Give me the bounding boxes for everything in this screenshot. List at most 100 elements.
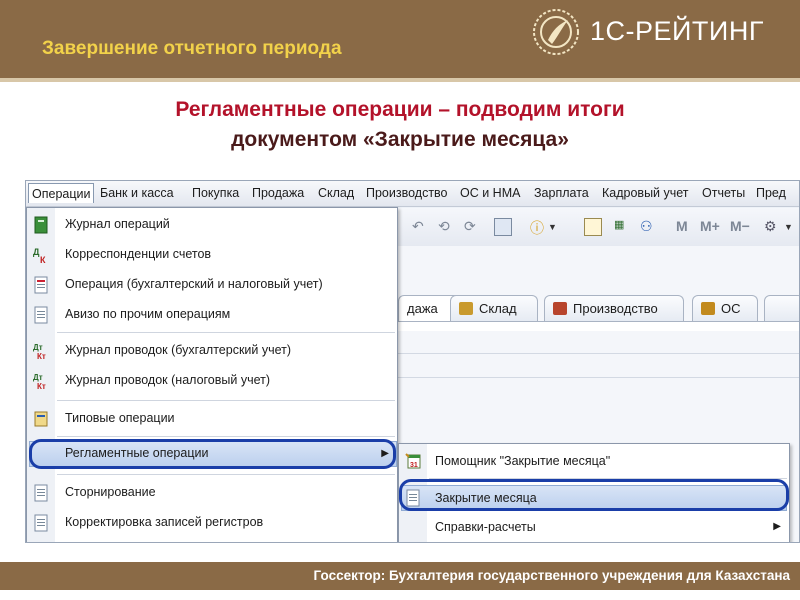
slide-header: Завершение отчетного периода 1С-РЕЙТИНГ: [0, 0, 800, 78]
calendar-icon[interactable]: ▦: [614, 218, 624, 231]
slide-footer: Госсектор: Бухгалтерия государственного …: [0, 562, 800, 590]
menu-item-label: Журнал проводок (бухгалтерский учет): [65, 343, 292, 357]
tab-more[interactable]: [764, 295, 799, 321]
svg-text:К: К: [40, 255, 46, 264]
menu-item-entries-journal-tax[interactable]: Дт Кт Журнал проводок (налоговый учет): [27, 366, 397, 396]
truck-icon: [701, 302, 715, 315]
menu-item-label: Помощник "Закрытие месяца": [435, 454, 611, 468]
menu-operations[interactable]: Операции: [28, 183, 95, 203]
factory-icon: [553, 302, 567, 315]
windows-icon[interactable]: [494, 218, 512, 236]
svg-text:Дт: Дт: [33, 343, 43, 352]
menu-separator: [57, 436, 395, 437]
menu-sales[interactable]: Продажа: [252, 186, 304, 200]
footer-text: Госсектор: Бухгалтерия государственного …: [313, 568, 790, 583]
menu-warehouse[interactable]: Склад: [318, 186, 354, 200]
menu-item-typical-operations[interactable]: Типовые операции: [27, 404, 397, 434]
menu-item-account-correspondence[interactable]: ДК Корреспонденции счетов: [27, 240, 397, 270]
menu-item-month-close-wizard[interactable]: 31 Помощник "Закрытие месяца": [399, 446, 789, 476]
menu-item-reference-calculations[interactable]: Справки-расчеты ▶: [399, 512, 789, 542]
tab-production-label: Производство: [573, 301, 658, 316]
menu-salary[interactable]: Зарплата: [534, 186, 589, 200]
typical-operations-icon: [34, 411, 48, 427]
tab-warehouse[interactable]: Склад: [450, 295, 538, 321]
svg-text:Кт: Кт: [37, 382, 46, 390]
brand-logo-icon: [533, 9, 579, 55]
settings-icon[interactable]: ⚙: [764, 218, 777, 235]
menu-item-label: Справки-расчеты: [435, 520, 536, 534]
calculator-icon[interactable]: [584, 218, 602, 236]
app-screenshot: Операции Банк и касса Покупка Продажа Ск…: [25, 180, 800, 543]
menu-item-label: Операция (бухгалтерский и налоговый учет…: [65, 277, 323, 291]
svg-text:Кт: Кт: [37, 352, 46, 360]
menu-item-label: Сторнирование: [65, 485, 156, 499]
slide-title-line-2: документом «Закрытие месяца»: [231, 128, 569, 151]
slide-title: Регламентные операции – подводим итоги д…: [0, 95, 800, 155]
tab-fixed-assets[interactable]: ОС: [692, 295, 758, 321]
brand-name: 1С-РЕЙТИНГ: [590, 16, 764, 46]
dt-kt-tax-icon: ДтКт: [33, 373, 46, 390]
menu-production[interactable]: Производство: [366, 186, 448, 200]
journal-icon: [34, 216, 48, 234]
document-icon: [34, 306, 48, 324]
grid-line: [398, 353, 799, 354]
document-icon: [34, 514, 48, 532]
menu-item-label: Журнал проводок (налоговый учет): [65, 373, 271, 387]
menu-hr[interactable]: Кадровый учет: [602, 186, 689, 200]
operation-icon: [34, 276, 48, 294]
tab-warehouse-label: Склад: [479, 301, 517, 316]
menu-item-label: Корреспонденции счетов: [65, 247, 212, 261]
menu-item-reversal[interactable]: Сторнирование: [27, 478, 397, 508]
footer-margin: [0, 590, 800, 600]
tab-production[interactable]: Производство: [544, 295, 684, 321]
tab-sales-label: дажа: [407, 301, 438, 316]
menu-item-label: Журнал операций: [65, 217, 170, 231]
menu-item-operation[interactable]: Операция (бухгалтерский и налоговый учет…: [27, 270, 397, 300]
dt-kt-icon: ДтКт: [33, 343, 46, 360]
menu-more[interactable]: Пред: [756, 186, 786, 200]
submenu-arrow-icon: ▶: [773, 521, 781, 532]
menu-item-entries-journal-accounting[interactable]: Дт Кт Журнал проводок (бухгалтерский учет…: [27, 336, 397, 366]
menu-item-operations-journal[interactable]: Журнал операций: [27, 210, 397, 240]
refresh-icon[interactable]: ⟲: [438, 218, 450, 235]
menu-item-label: Типовые операции: [65, 411, 175, 425]
info-dropdown-icon[interactable]: ▼: [548, 222, 557, 232]
menu-item-label: Корректировка записей регистров: [65, 515, 264, 529]
tab-content-strip: [398, 321, 799, 331]
svg-text:Дт: Дт: [33, 373, 43, 382]
tab-fixed-assets-label: ОС: [721, 301, 741, 316]
brand: 1С-РЕЙТИНГ: [530, 6, 795, 58]
accounts-correspondence-icon: ДК: [33, 247, 46, 264]
grid-line: [398, 377, 799, 378]
menu-fixed-assets[interactable]: ОС и НМА: [460, 186, 520, 200]
settings-dropdown-icon[interactable]: ▼: [784, 222, 793, 232]
menu-separator: [57, 400, 395, 401]
calendar-wizard-icon: 31: [405, 453, 421, 469]
highlight-month-close: [399, 479, 789, 511]
users-icon[interactable]: ⚇: [640, 218, 653, 235]
toolbar: ↶ ⟲ ⟳ ⓘ ▼ ▦ ⚇ М М+ М− ⚙ ▼: [398, 208, 799, 246]
svg-text:Д: Д: [33, 247, 40, 257]
menu-bank-cash[interactable]: Банк и касса: [100, 186, 174, 200]
menu-item-register-correction[interactable]: Корректировка записей регистров: [27, 508, 397, 538]
menu-item-label: Авизо по прочим операциям: [65, 307, 231, 321]
menu-bar: Операции Банк и касса Покупка Продажа Ск…: [26, 181, 799, 207]
document-icon: [34, 484, 48, 502]
menu-purchase[interactable]: Покупка: [192, 186, 239, 200]
svg-text:31: 31: [410, 462, 418, 469]
back-icon[interactable]: ⟳: [464, 218, 476, 235]
menu-reports[interactable]: Отчеты: [702, 186, 745, 200]
memory-minus-button[interactable]: М−: [730, 218, 750, 234]
info-icon[interactable]: ⓘ: [530, 218, 544, 238]
menu-separator: [57, 474, 395, 475]
section-title: Завершение отчетного периода: [42, 38, 342, 59]
memory-m-button[interactable]: М: [676, 218, 688, 234]
undo-icon[interactable]: ↶: [412, 218, 424, 235]
memory-plus-button[interactable]: М+: [700, 218, 720, 234]
operations-dropdown: Журнал операций ДК Корреспонденции счето…: [26, 207, 398, 542]
header-divider: [0, 78, 800, 82]
slide-title-line-1: Регламентные операции – подводим итоги: [175, 98, 625, 121]
highlight-regulatory-operations: [29, 439, 396, 469]
menu-item-aviso[interactable]: Авизо по прочим операциям: [27, 300, 397, 330]
warehouse-icon: [459, 302, 473, 315]
